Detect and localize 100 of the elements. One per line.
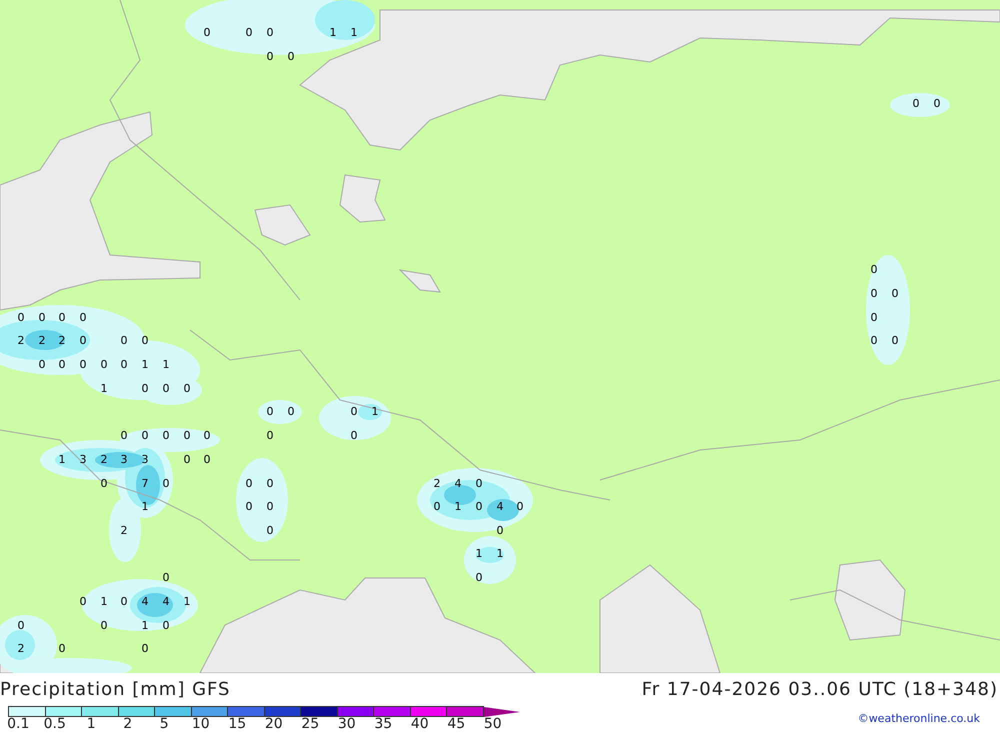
precipitation-value: 0 <box>496 525 504 537</box>
precipitation-value: 0 <box>100 478 108 490</box>
precipitation-value: 0 <box>58 359 66 371</box>
precipitation-value: 0 <box>120 596 128 608</box>
precipitation-value: 0 <box>266 27 274 39</box>
precipitation-value: 4 <box>162 596 170 608</box>
precipitation-value: 0 <box>184 454 190 466</box>
precipitation-value: 2 <box>38 335 46 347</box>
precipitation-value: 0 <box>38 359 46 371</box>
precipitation-value: 1 <box>496 548 504 560</box>
precipitation-value: 1 <box>476 548 482 560</box>
precipitation-value: 3 <box>80 454 86 466</box>
precipitation-value: 0 <box>162 620 170 632</box>
precipitation-value: 0 <box>142 383 148 395</box>
precipitation-value: 3 <box>142 454 148 466</box>
precipitation-value: 0 <box>142 643 148 655</box>
precipitation-value: 1 <box>454 501 462 513</box>
scale-label: 50 <box>482 717 503 732</box>
precipitation-value: 1 <box>372 406 378 418</box>
precipitation-value: 0 <box>266 478 274 490</box>
precipitation-value: 0 <box>870 335 878 347</box>
precipitation-value: 0 <box>58 643 66 655</box>
precipitation-value: 0 <box>100 359 108 371</box>
precipitation-value: 0 <box>516 501 524 513</box>
precipitation-value: 3 <box>120 454 128 466</box>
precipitation-value: 0 <box>266 525 274 537</box>
scale-label: 20 <box>264 717 284 732</box>
precipitation-value: 0 <box>18 620 24 632</box>
scale-label: 1 <box>86 717 97 732</box>
precipitation-value: 2 <box>18 335 24 347</box>
precipitation-value: 0 <box>870 288 878 300</box>
precipitation-value: 0 <box>266 406 274 418</box>
precipitation-value: 0 <box>912 98 920 110</box>
precipitation-value: 0 <box>476 501 482 513</box>
precipitation-value: 4 <box>454 478 462 490</box>
precipitation-value: 4 <box>142 596 148 608</box>
precipitation-value: 0 <box>892 288 898 300</box>
precipitation-value: 0 <box>350 406 358 418</box>
scale-label: 40 <box>410 717 430 732</box>
precipitation-value: 2 <box>100 454 108 466</box>
map-title: Precipitation [mm] GFS <box>0 679 230 700</box>
precipitation-value: 0 <box>58 312 66 324</box>
precipitation-value: 0 <box>100 620 108 632</box>
precipitation-value: 0 <box>184 430 190 442</box>
precipitation-value: 0 <box>266 430 274 442</box>
precipitation-value: 0 <box>142 335 148 347</box>
precipitation-value: 4 <box>496 501 504 513</box>
precipitation-value: 0 <box>934 98 940 110</box>
precipitation-value: 0 <box>204 430 210 442</box>
precipitation-value: 0 <box>120 359 128 371</box>
precipitation-value: 0 <box>350 430 358 442</box>
precipitation-value: 0 <box>80 596 86 608</box>
precipitation-value: 1 <box>330 27 336 39</box>
precipitation-value: 0 <box>892 335 898 347</box>
scale-label: 15 <box>227 717 248 732</box>
precipitation-value: 0 <box>120 430 128 442</box>
precipitation-value: 0 <box>266 501 274 513</box>
scale-label: 2 <box>122 717 134 732</box>
precipitation-value: 0 <box>870 264 878 276</box>
precipitation-value: 2 <box>434 478 440 490</box>
precipitation-value: 0 <box>162 572 170 584</box>
precipitation-value: 1 <box>350 27 358 39</box>
precipitation-value: 1 <box>142 620 148 632</box>
precipitation-value: 1 <box>142 501 148 513</box>
precipitation-value: 1 <box>100 383 108 395</box>
precipitation-value: 0 <box>120 335 128 347</box>
precipitation-value: 0 <box>246 501 252 513</box>
precipitation-value: 0 <box>870 312 878 324</box>
precipitation-value: 0 <box>80 312 86 324</box>
precipitation-value: 0 <box>162 383 170 395</box>
precipitation-value: 1 <box>184 596 190 608</box>
precipitation-value: 0 <box>80 359 86 371</box>
precipitation-value: 0 <box>162 478 170 490</box>
precipitation-value: 0 <box>142 430 148 442</box>
precipitation-value: 2 <box>18 643 24 655</box>
precipitation-value: 0 <box>476 478 482 490</box>
scale-label: 30 <box>336 717 357 732</box>
valid-time: Fr 17-04-2026 03..06 UTC (18+348) <box>642 679 998 700</box>
precipitation-value: 0 <box>476 572 482 584</box>
precipitation-value: 0 <box>18 312 24 324</box>
precipitation-value: 1 <box>142 359 148 371</box>
precipitation-value: 7 <box>142 478 148 490</box>
precipitation-value: 1 <box>100 596 108 608</box>
scale-label: 5 <box>158 717 170 732</box>
precipitation-value: 0 <box>204 454 210 466</box>
precipitation-value: 0 <box>288 406 294 418</box>
scale-label: 35 <box>373 717 394 732</box>
credit-link[interactable]: ©weatheronline.co.uk <box>858 712 980 725</box>
scale-label: 10 <box>190 717 211 732</box>
scale-label: 0.1 <box>6 717 30 732</box>
precipitation-value: 0 <box>80 335 86 347</box>
precipitation-value: 0 <box>38 312 46 324</box>
precipitation-value: 0 <box>204 27 210 39</box>
scale-label: 45 <box>446 717 466 732</box>
precipitation-value: 0 <box>288 51 294 63</box>
precipitation-value: 0 <box>434 501 440 513</box>
precipitation-value: 0 <box>246 478 252 490</box>
scale-label: 25 <box>300 717 320 732</box>
scale-label: 0.5 <box>42 717 67 732</box>
precipitation-value: 1 <box>162 359 170 371</box>
